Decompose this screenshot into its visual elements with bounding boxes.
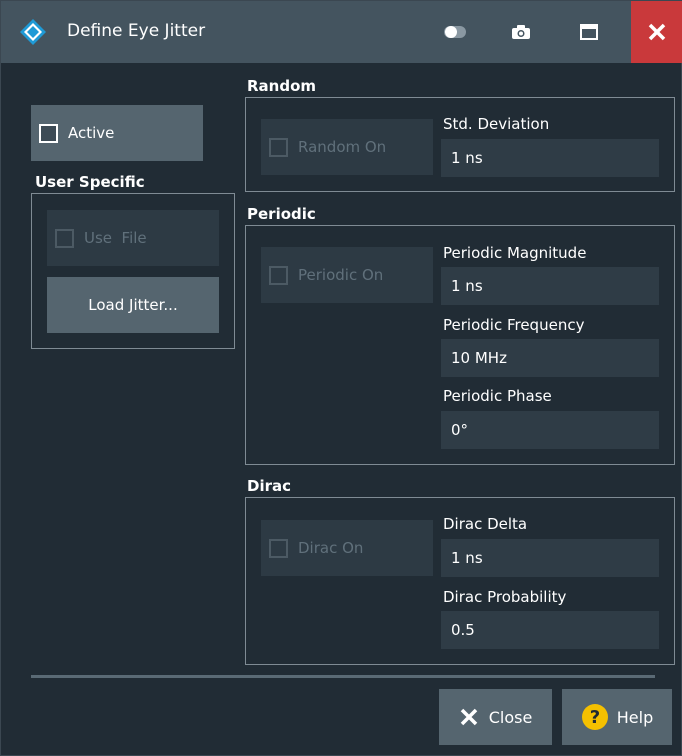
close-window-button[interactable] [631, 1, 682, 63]
dirac-on-checkbox-box[interactable] [269, 538, 288, 558]
close-icon [648, 23, 666, 41]
dirac-on-checkbox[interactable]: Dirac On [261, 520, 433, 576]
use-file-checkbox-box[interactable] [55, 228, 74, 248]
use-file-checkbox[interactable]: Use File [47, 210, 219, 266]
toggle-button[interactable] [429, 1, 481, 63]
footer-separator [31, 675, 655, 678]
title-bar[interactable]: Define Eye Jitter [1, 1, 682, 63]
window-title: Define Eye Jitter [67, 21, 206, 41]
close-x-icon [460, 708, 477, 726]
camera-icon [512, 25, 530, 39]
periodic-magnitude-label: Periodic Magnitude [443, 244, 587, 262]
std-deviation-field[interactable]: 1 ns [441, 139, 659, 177]
toggle-icon [444, 26, 466, 38]
dirac-delta-field[interactable]: 1 ns [441, 539, 659, 577]
periodic-phase-label: Periodic Phase [443, 387, 552, 405]
rohde-schwarz-logo-icon [20, 19, 46, 45]
help-button-label: Help [616, 707, 654, 727]
load-jitter-button[interactable]: Load Jitter... [47, 277, 219, 333]
periodic-frequency-label: Periodic Frequency [443, 316, 585, 334]
user-specific-heading: User Specific [35, 173, 145, 191]
periodic-on-label: Periodic On [298, 266, 384, 284]
maximize-button[interactable] [563, 1, 615, 63]
help-button[interactable]: ? Help [562, 689, 672, 745]
dirac-delta-label: Dirac Delta [443, 515, 528, 533]
active-label: Active [68, 124, 115, 142]
random-heading: Random [247, 77, 317, 95]
dirac-probability-label: Dirac Probability [443, 588, 567, 606]
active-checkbox-box[interactable] [39, 123, 58, 143]
screenshot-button[interactable] [495, 1, 547, 63]
help-icon: ? [581, 704, 608, 730]
random-on-checkbox-box[interactable] [269, 137, 288, 157]
random-on-label: Random On [298, 138, 387, 156]
dirac-probability-field[interactable]: 0.5 [441, 611, 659, 649]
close-button[interactable]: Close [439, 689, 552, 745]
random-on-checkbox[interactable]: Random On [261, 119, 433, 175]
define-eye-jitter-dialog: Define Eye Jitter Active User Specific U… [0, 0, 682, 756]
use-file-label: Use File [84, 229, 147, 247]
periodic-heading: Periodic [247, 205, 316, 223]
periodic-magnitude-field[interactable]: 1 ns [441, 267, 659, 305]
periodic-phase-field[interactable]: 0° [441, 411, 659, 449]
svg-text:?: ? [590, 707, 600, 728]
periodic-on-checkbox-box[interactable] [269, 265, 288, 285]
maximize-icon [580, 24, 598, 40]
std-deviation-label: Std. Deviation [443, 115, 550, 133]
dirac-on-label: Dirac On [298, 539, 364, 557]
periodic-frequency-field[interactable]: 10 MHz [441, 339, 659, 377]
active-checkbox[interactable]: Active [31, 105, 203, 161]
periodic-on-checkbox[interactable]: Periodic On [261, 247, 433, 303]
close-button-label: Close [488, 707, 533, 727]
dirac-heading: Dirac [247, 477, 292, 495]
